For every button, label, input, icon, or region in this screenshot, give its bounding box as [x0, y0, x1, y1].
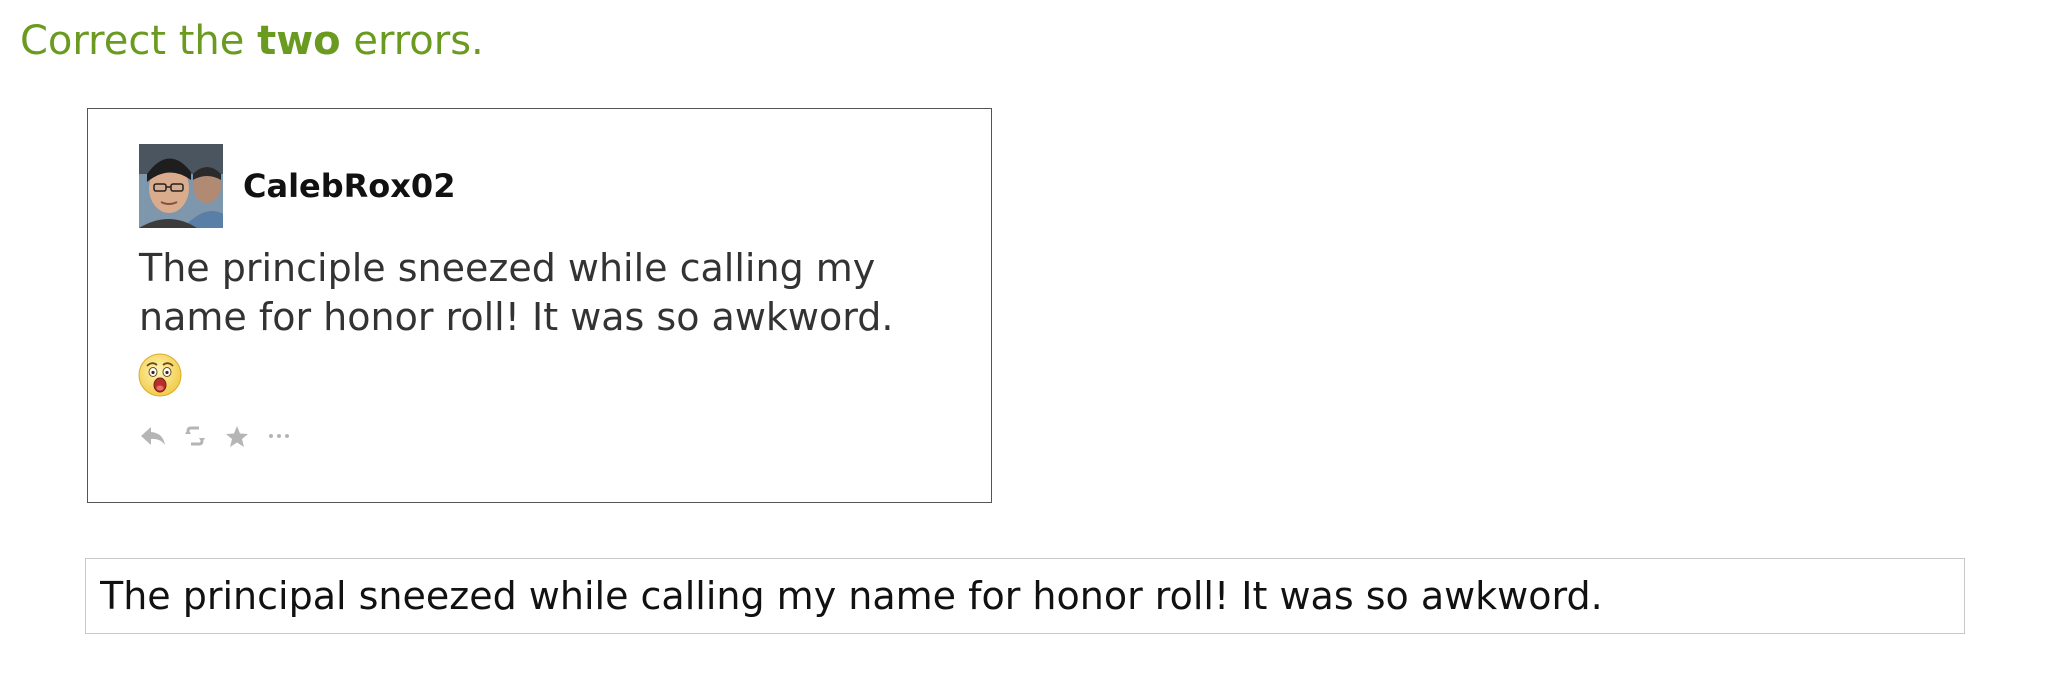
astonished-face-icon — [138, 353, 182, 397]
instruction-prefix: Correct the — [20, 18, 258, 64]
retweet-icon[interactable] — [180, 421, 210, 451]
instruction-emphasis: two — [257, 18, 341, 64]
instruction-suffix: errors. — [340, 18, 484, 64]
tweet-text: The principle sneezed while calling my n… — [139, 246, 894, 339]
avatar — [139, 144, 223, 228]
tweet-actions — [138, 421, 294, 451]
answer-input[interactable] — [85, 558, 1965, 634]
more-icon[interactable] — [264, 421, 294, 451]
username: CalebRox02 — [243, 167, 456, 205]
instruction: Correct the two errors. — [20, 18, 484, 64]
tweet-card: CalebRox02 The principle sneezed while c… — [87, 108, 992, 503]
reply-icon[interactable] — [138, 421, 168, 451]
favorite-icon[interactable] — [222, 421, 252, 451]
